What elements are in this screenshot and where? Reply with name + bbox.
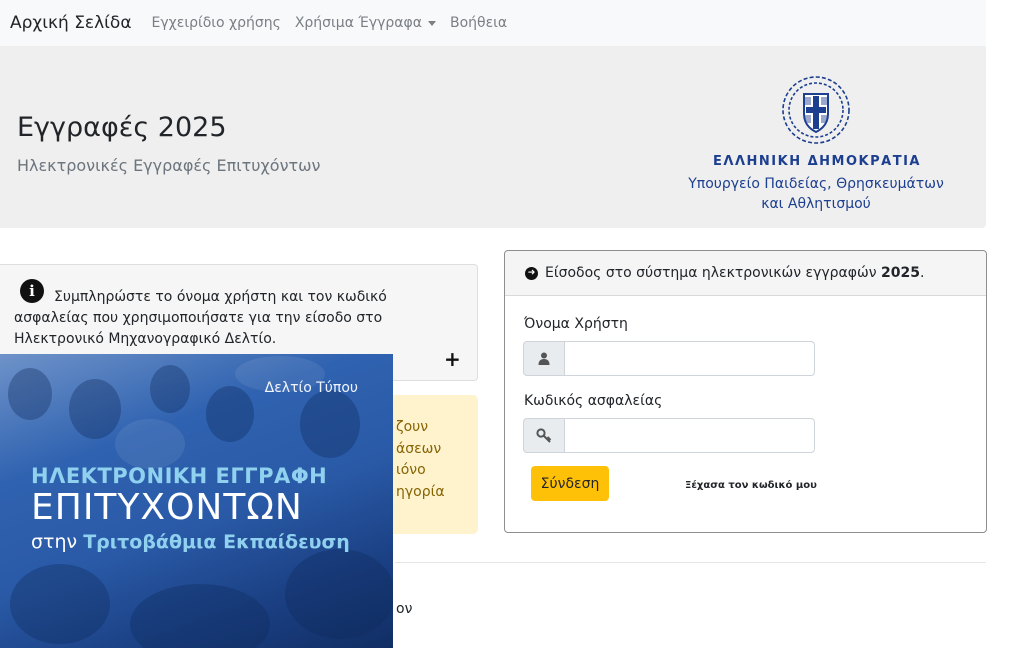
nav-link-documents[interactable]: Χρήσιμα Έγγραφα — [295, 15, 436, 31]
username-group — [523, 341, 815, 376]
banner-headline-3: στην Τριτοβάθμια Εκπαίδευση — [31, 531, 350, 553]
text-fragment: ον — [396, 601, 413, 617]
banner-press-label: Δελτίο Τύπου — [264, 380, 358, 396]
forgot-password-link[interactable]: Ξέχασα τον κωδικό μου — [685, 480, 817, 491]
warning-fragment: ηγορία — [396, 483, 445, 500]
password-group — [523, 418, 815, 453]
page-subtitle: Ηλεκτρονικές Εγγραφές Επιτυχόντων — [17, 156, 321, 175]
login-header-label: Είσοδος στο σύστημα ηλεκτρονικών εγγραφώ… — [545, 265, 877, 281]
username-input[interactable] — [565, 341, 815, 376]
password-label: Κωδικός ασφαλείας — [524, 393, 663, 409]
login-card: ➜ Είσοδος στο σύστημα ηλεκτρονικών εγγρα… — [504, 250, 987, 533]
banner-headline-1: ΗΛΕΚΤΡΟΝΙΚΗ ΕΓΓΡΑΦΗ — [31, 464, 328, 488]
greek-emblem-icon — [782, 76, 850, 144]
arrow-circle-right-icon: ➜ — [525, 266, 538, 280]
login-header: ➜ Είσοδος στο σύστημα ηλεκτρονικών εγγρα… — [505, 251, 986, 296]
navbar: Αρχική Σελίδα Εγχειρίδιο χρήσης Χρήσιμα … — [0, 0, 986, 46]
warning-text: ζουν άσεων ιόνο ηγορία — [396, 417, 445, 503]
warning-fragment: ζουν — [396, 419, 429, 435]
info-text: Συμπληρώστε το όνομα χρήστη και τον κωδι… — [14, 289, 387, 347]
caret-down-icon — [427, 20, 436, 26]
banner-headline-2: ΕΠΙΤΥΧΟΝΤΩΝ — [31, 487, 303, 528]
warning-fragment: ιόνο — [396, 462, 426, 478]
jumbotron: Εγγραφές 2025 Ηλεκτρονικές Εγγραφές Επιτ… — [0, 46, 986, 228]
login-header-text: Είσοδος στο σύστημα ηλεκτρονικών εγγραφώ… — [545, 265, 925, 281]
expand-plus-icon[interactable]: + — [444, 347, 461, 371]
ministry-line-1: Υπουργείο Παιδείας, Θρησκευμάτων — [688, 176, 944, 192]
divider — [395, 562, 986, 563]
warning-fragment: άσεων — [396, 440, 442, 457]
nav-link-manual[interactable]: Εγχειρίδιο χρήσης — [152, 15, 281, 31]
warning-panel: ζουν άσεων ιόνο ηγορία — [388, 395, 478, 534]
nav-brand[interactable]: Αρχική Σελίδα — [10, 13, 132, 33]
user-icon — [523, 341, 565, 376]
login-header-year: 2025 — [881, 265, 920, 281]
key-icon — [523, 418, 565, 453]
nav-link-documents-label: Χρήσιμα Έγγραφα — [294, 15, 422, 31]
password-input[interactable] — [565, 418, 815, 453]
ministry-line-2: και Αθλητισμού — [761, 196, 871, 212]
page-title: Εγγραφές 2025 — [17, 112, 227, 143]
nav-link-help[interactable]: Βοήθεια — [450, 15, 507, 31]
press-release-banner[interactable]: Δελτίο Τύπου ΗΛΕΚΤΡΟΝΙΚΗ ΕΓΓΡΑΦΗ ΕΠΙΤΥΧΟ… — [0, 354, 393, 648]
banner-headline-3-prefix: στην — [31, 531, 78, 553]
ministry-name: Υπουργείο Παιδείας, Θρησκευμάτων και Αθλ… — [676, 174, 956, 214]
banner-headline-3-bold: Τριτοβάθμια Εκπαίδευση — [83, 531, 350, 553]
username-label: Όνομα Χρήστη — [524, 316, 628, 332]
government-title: ΕΛΛΗΝΙΚΗ ΔΗΜΟΚΡΑΤΙΑ — [713, 154, 921, 169]
login-button[interactable]: Σύνδεση — [531, 466, 609, 501]
